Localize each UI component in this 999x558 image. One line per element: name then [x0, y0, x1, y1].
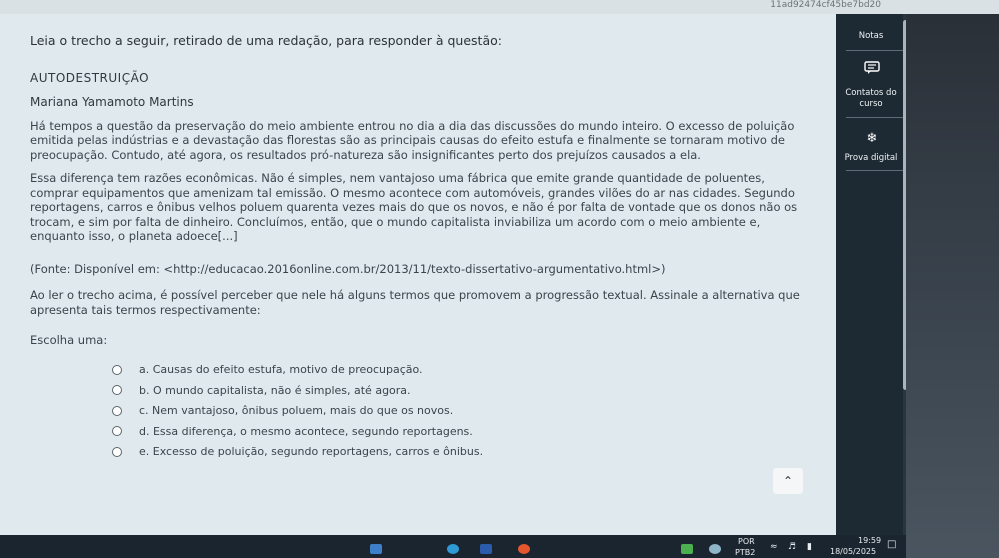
- window-hash-id: 11ad92474cf45be7bd20: [770, 0, 881, 10]
- essay-paragraph: Há tempos a questão da preservação do me…: [30, 118, 795, 162]
- sidebar-item-notas[interactable]: Notas: [836, 31, 906, 42]
- scroll-to-top-button[interactable]: ⌃: [773, 468, 803, 494]
- chevron-up-icon: ⌃: [782, 474, 794, 488]
- keyboard-layout[interactable]: PTB2: [735, 548, 755, 557]
- radio-button[interactable]: [112, 426, 122, 437]
- answer-option-label: c. Nem vantajoso, ônibus poluem, mais do…: [139, 404, 454, 418]
- essay-source: (Fonte: Disponível em: <http://educacao.…: [30, 261, 666, 276]
- answer-option-b[interactable]: b. O mundo capitalista, não é simples, a…: [30, 380, 836, 401]
- course-sidebar: Notas Contatos do curso ❄ Prova digital: [836, 14, 906, 535]
- answer-option-a[interactable]: a. Causas do efeito estufa, motivo de pr…: [30, 360, 836, 381]
- sidebar-divider: [846, 50, 906, 51]
- cloud-icon[interactable]: [709, 544, 721, 554]
- answer-option-d[interactable]: d. Essa diferença, o mesmo acontece, seg…: [30, 421, 836, 442]
- answer-option-label: a. Causas do efeito estufa, motivo de pr…: [139, 363, 423, 377]
- app-icon[interactable]: [370, 544, 382, 554]
- answer-option-e[interactable]: e. Excesso de poluição, segundo reportag…: [30, 442, 836, 463]
- sidebar-item-label: Contatos do curso: [845, 88, 897, 109]
- chat-icon: [864, 60, 880, 76]
- radio-button[interactable]: [112, 405, 122, 416]
- choose-label: Escolha uma:: [30, 333, 108, 347]
- sidebar-item-contatos[interactable]: Contatos do curso: [836, 88, 906, 110]
- answer-option-label: e. Excesso de poluição, segundo reportag…: [139, 445, 484, 459]
- radio-button[interactable]: [112, 446, 122, 457]
- sidebar-divider: [846, 170, 906, 171]
- answer-option-label: d. Essa diferença, o mesmo acontece, seg…: [139, 424, 473, 438]
- essay-paragraph: Essa diferença tem razões econômicas. Nã…: [30, 171, 798, 243]
- sidebar-item-label: Notas: [858, 31, 884, 41]
- browser-icon[interactable]: [447, 544, 459, 554]
- question-instruction: Leia o trecho a seguir, retirado de uma …: [30, 33, 502, 48]
- sidebar-item-label: Prova digital: [844, 153, 898, 163]
- app-icon[interactable]: [518, 544, 530, 554]
- snowflake-icon: ❄: [866, 130, 878, 146]
- battery-icon[interactable]: ▮: [807, 543, 812, 552]
- radio-button[interactable]: [112, 364, 122, 375]
- question-prompt: Ao ler o trecho acima, é possível perceb…: [30, 288, 800, 317]
- clock-date[interactable]: 18/05/2025: [830, 547, 876, 556]
- screen-bezel: [906, 14, 999, 558]
- clock-time[interactable]: 19:59: [858, 536, 881, 545]
- answer-option-label: b. O mundo capitalista, não é simples, a…: [139, 383, 411, 397]
- word-icon[interactable]: [480, 544, 492, 554]
- essay-author: Mariana Yamamoto Martins: [30, 94, 194, 109]
- language-indicator[interactable]: POR: [738, 537, 755, 546]
- wifi-icon[interactable]: ≈: [770, 543, 778, 552]
- notification-icon[interactable]: □: [887, 540, 896, 550]
- radio-button[interactable]: [112, 385, 122, 396]
- answer-option-c[interactable]: c. Nem vantajoso, ônibus poluem, mais do…: [30, 401, 836, 422]
- volume-icon[interactable]: ♬: [788, 543, 796, 552]
- essay-title: AUTODESTRUIÇÃO: [30, 70, 150, 85]
- sidebar-divider: [846, 117, 906, 118]
- sidebar-item-prova-digital[interactable]: Prova digital: [836, 153, 906, 164]
- question-content: Leia o trecho a seguir, retirado de uma …: [0, 14, 836, 535]
- app-icon[interactable]: [681, 544, 693, 554]
